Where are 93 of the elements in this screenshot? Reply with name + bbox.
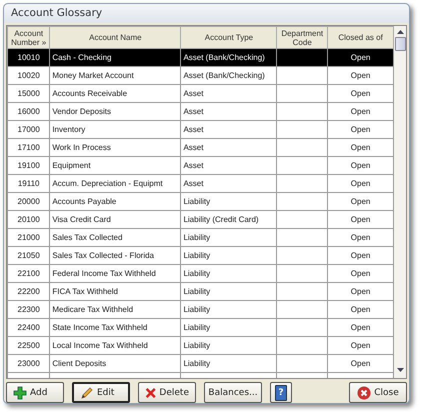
- table-cell: FICA Tax Withheld: [50, 282, 181, 300]
- table-row[interactable]: 23000 Client Deposits Liability Open: [8, 354, 394, 372]
- table-cell: Liability: [180, 192, 277, 210]
- table-row[interactable]: 21050 Sales Tax Collected - Florida Liability Open: [8, 246, 394, 264]
- table-cell: Asset (Bank/Checking): [180, 48, 277, 66]
- table-row[interactable]: 22100 Federal Income Tax Withheld Liability Open: [8, 264, 394, 282]
- table-cell: Asset: [180, 156, 277, 174]
- table-cell: Client Deposits: [50, 354, 181, 372]
- scroll-up-icon[interactable]: [396, 30, 404, 34]
- table-cell: 19110: [8, 174, 50, 192]
- table-cell: Asset: [180, 174, 277, 192]
- table-cell: 22400: [8, 318, 50, 336]
- table-cell: Inventory: [50, 120, 181, 138]
- table-row[interactable]: 22400 State Income Tax Withheld Liability Open: [8, 318, 394, 336]
- table-row[interactable]: 22500 Local Income Tax Withheld Liability Open: [8, 336, 394, 354]
- table-row[interactable]: 15000 Accounts Receivable Asset Open: [8, 84, 394, 102]
- table-cell: Federal Income Tax Withheld: [50, 264, 181, 282]
- table-cell: 22100: [8, 264, 50, 282]
- scroll-down-icon[interactable]: [396, 368, 404, 372]
- table-cell: Work In Process: [50, 138, 181, 156]
- table-row[interactable]: 20000 Accounts Payable Liability Open: [8, 192, 394, 210]
- plus-icon: [13, 386, 27, 400]
- balances-button[interactable]: Balances...: [204, 382, 262, 403]
- column-header[interactable]: Account Name: [50, 26, 181, 48]
- table-cell: 23000: [8, 354, 50, 372]
- table-cell: Local Income Tax Withheld: [50, 336, 181, 354]
- table-cell: Liability: [180, 336, 277, 354]
- table-cell: Asset (Bank/Checking): [180, 66, 277, 84]
- table-row[interactable]: 16000 Vendor Deposits Asset Open: [8, 102, 394, 120]
- scroll-thumb[interactable]: [394, 37, 406, 51]
- table-cell: Liability (Credit Card): [180, 210, 277, 228]
- help-button[interactable]: ?: [270, 382, 292, 403]
- table-cell: Cash - Checking: [50, 48, 181, 66]
- table-cell: 21050: [8, 246, 50, 264]
- table-cell: Money Market Account: [50, 66, 181, 84]
- table-cell: Accum. Depreciation - Equipmt: [50, 174, 181, 192]
- table-cell: Accounts Payable: [50, 192, 181, 210]
- table-cell: 20100: [8, 210, 50, 228]
- table-cell: 10020: [8, 66, 50, 84]
- table-cell: 21000: [8, 228, 50, 246]
- x-mark-icon: [145, 386, 156, 400]
- table-cell: Liability: [180, 264, 277, 282]
- table-cell: Liability: [180, 246, 277, 264]
- window-title: Account Glossary: [4, 4, 409, 23]
- table-cell: Asset: [180, 138, 277, 156]
- table-cell: 20000: [8, 192, 50, 210]
- table-row[interactable]: 19110 Accum. Depreciation - Equipmt Asset Open: [8, 174, 394, 192]
- table-cell: Medicare Tax Withheld: [50, 300, 181, 318]
- table-row[interactable]: 17000 Inventory Asset Open: [8, 120, 394, 138]
- table-row[interactable]: 17100 Work In Process Asset Open: [8, 138, 394, 156]
- table-cell: 17000: [8, 120, 50, 138]
- column-header[interactable]: Department Code: [276, 26, 328, 48]
- column-header[interactable]: Closed as of: [328, 26, 394, 48]
- close-icon: [357, 386, 372, 400]
- edit-button[interactable]: Edit: [72, 382, 130, 403]
- close-button[interactable]: Close: [349, 382, 407, 403]
- table-cell: Liability: [180, 228, 277, 246]
- table-cell: 22200: [8, 282, 50, 300]
- table-cell: Liability: [180, 282, 277, 300]
- table-cell: 17100: [8, 138, 50, 156]
- table-row[interactable]: 22300 Medicare Tax Withheld Liability Open: [8, 300, 394, 318]
- table-cell: Asset: [180, 84, 277, 102]
- table-cell: Equipment: [50, 156, 181, 174]
- column-header[interactable]: Account Type: [180, 26, 277, 48]
- table-cell: Asset: [180, 120, 277, 138]
- table-cell: Vendor Deposits: [50, 102, 181, 120]
- table-cell: Open: [328, 48, 394, 66]
- table-cell: 16000: [8, 102, 50, 120]
- table-cell: Sales Tax Collected - Florida: [50, 246, 181, 264]
- table-cell: 22500: [8, 336, 50, 354]
- table-cell: State Income Tax Withheld: [50, 318, 181, 336]
- table-row[interactable]: 19100 Equipment Asset Open: [8, 156, 394, 174]
- table-cell: Accounts Receivable: [50, 84, 181, 102]
- scrollbar[interactable]: [394, 26, 406, 378]
- table-cell: 15000: [8, 84, 50, 102]
- table-row[interactable]: 21000 Sales Tax Collected Liability Open: [8, 228, 394, 246]
- table-cell: 19100: [8, 156, 50, 174]
- table-cell: Asset: [180, 102, 277, 120]
- table-row[interactable]: 22200 FICA Tax Withheld Liability Open: [8, 282, 394, 300]
- delete-button[interactable]: Delete: [138, 382, 196, 403]
- table-row[interactable]: 10010 Cash - Checking Asset (Bank/Checking) Open: [8, 48, 394, 66]
- table-cell: 10010: [8, 48, 50, 66]
- table-cell: Sales Tax Collected: [50, 228, 181, 246]
- table-cell: 22300: [8, 300, 50, 318]
- table-row[interactable]: 20100 Visa Credit Card Liability (Credit Card) Open: [8, 210, 394, 228]
- add-button[interactable]: Add: [6, 382, 64, 403]
- table-cell: Visa Credit Card: [50, 210, 181, 228]
- column-header[interactable]: Account Number »: [8, 26, 50, 48]
- table-cell: Liability: [180, 354, 277, 372]
- table-cell: Liability: [180, 318, 277, 336]
- pencil-icon: [80, 386, 94, 400]
- table-row[interactable]: 10020 Money Market Account Asset (Bank/Checking) Open: [8, 66, 394, 84]
- table-cell: Liability: [180, 300, 277, 318]
